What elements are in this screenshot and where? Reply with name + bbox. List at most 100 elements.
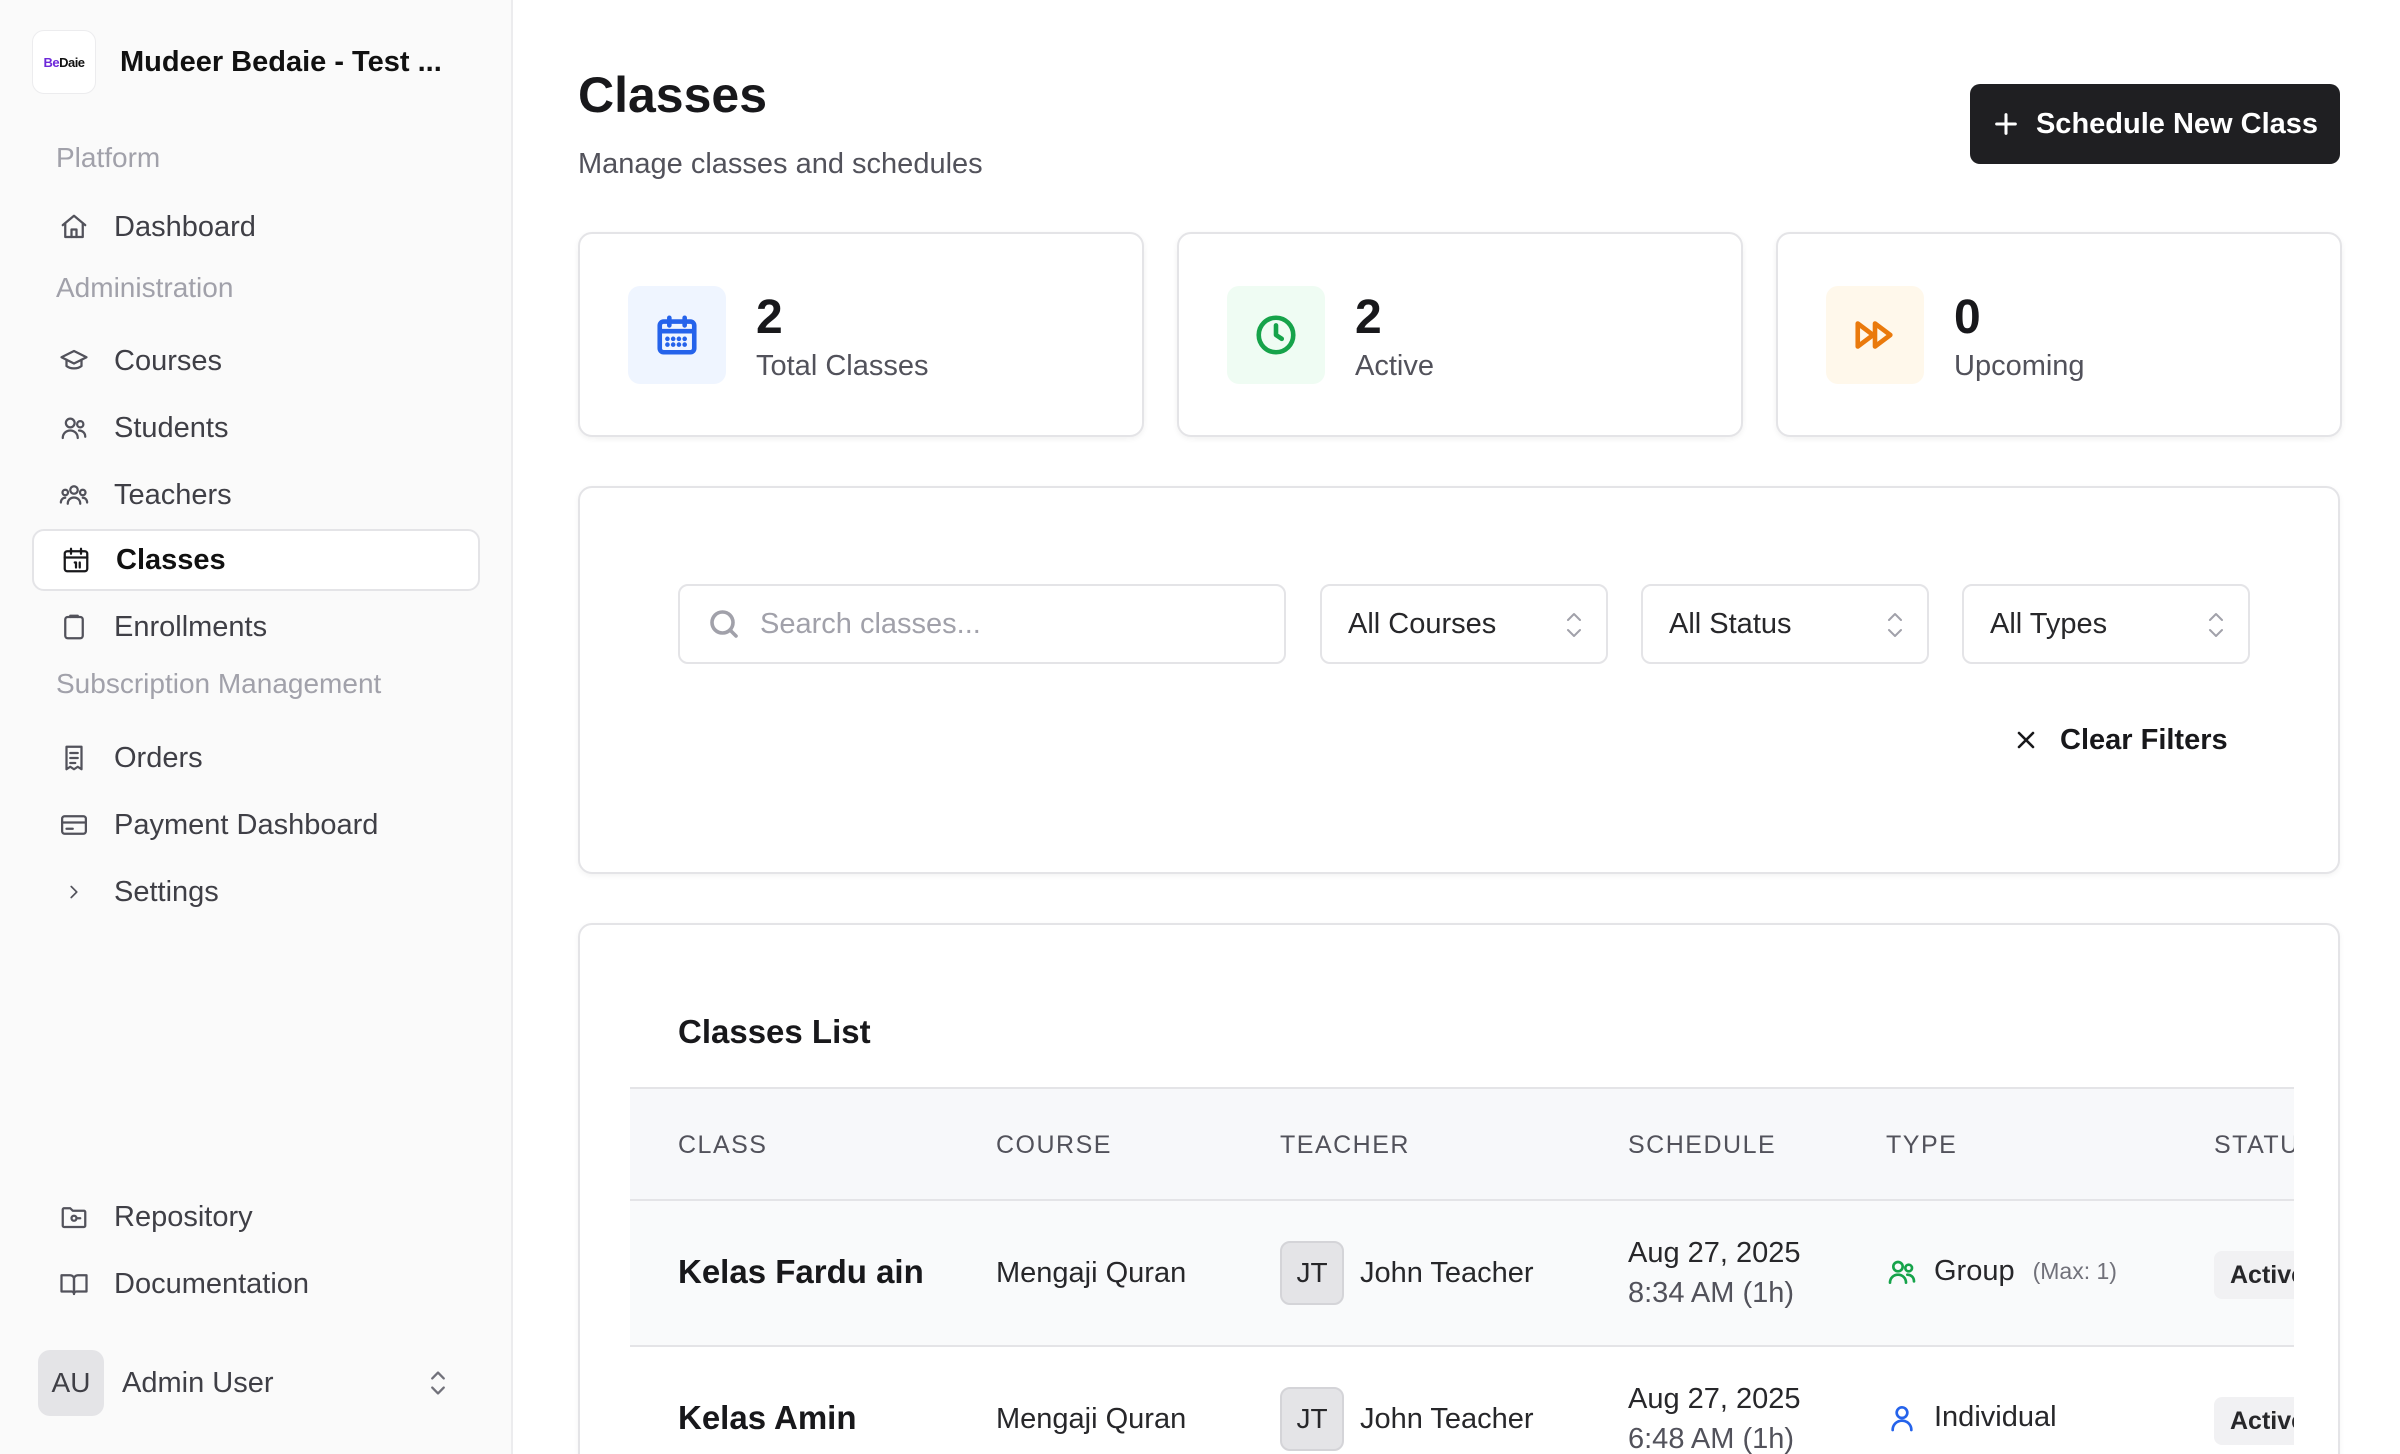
teacher-name: John Teacher (1360, 1402, 1534, 1435)
column-header-class: CLASS (678, 1131, 768, 1159)
column-header-status: STATUS (2214, 1131, 2294, 1159)
sidebar-item-students[interactable]: Students (32, 397, 480, 459)
status-filter-select[interactable]: All Status (1641, 584, 1929, 664)
page-subtitle: Manage classes and schedules (578, 148, 983, 180)
sidebar-item-payment-dashboard[interactable]: Payment Dashboard (32, 794, 480, 856)
table-header: CLASS COURSE TEACHER SCHEDULE TYPE STATU… (630, 1087, 2294, 1201)
close-icon (2017, 731, 2035, 749)
chevron-right-icon (58, 876, 90, 908)
stat-label: Total Classes (756, 350, 929, 382)
sidebar-item-label: Orders (114, 741, 203, 774)
book-open-icon (58, 1268, 90, 1300)
nav-section-subscription: Subscription Management (56, 668, 382, 699)
class-name[interactable]: Kelas Amin (678, 1399, 857, 1437)
course-name: Mengaji Quran (996, 1403, 1187, 1435)
clear-filters-button[interactable]: Clear Filters (2014, 716, 2228, 764)
graduation-cap-icon (58, 345, 90, 377)
stat-card-total-classes: 2 Total Classes (578, 232, 1144, 437)
sidebar-item-label: Enrollments (114, 610, 268, 643)
nav-section-administration: Administration (56, 272, 234, 303)
user-name: Admin User (122, 1366, 274, 1399)
type-label: Individual (1934, 1401, 2057, 1433)
clear-filters-label: Clear Filters (2060, 723, 2228, 756)
stat-card-upcoming: 0 Upcoming (1776, 232, 2342, 437)
table-row[interactable]: Kelas Amin Mengaji Quran JT John Teacher… (630, 1347, 2294, 1454)
users-icon (1888, 1260, 1916, 1284)
receipt-icon (58, 742, 90, 774)
schedule-new-class-label: Schedule New Class (2035, 107, 2319, 140)
column-header-teacher: TEACHER (1280, 1131, 1410, 1159)
chevrons-up-down-icon (1562, 608, 1586, 650)
search-icon (710, 610, 738, 638)
status-badge: Active (2214, 1251, 2294, 1299)
filters-panel: All Courses All Status All Types Clear F… (578, 486, 2340, 874)
teacher-name: John Teacher (1360, 1256, 1534, 1289)
avatar: AU (38, 1350, 104, 1416)
stat-value: 2 (1355, 291, 1382, 344)
sidebar-item-orders[interactable]: Orders (32, 727, 480, 789)
schedule-date: Aug 27, 2025 (1628, 1237, 1801, 1269)
folder-git-icon (58, 1201, 90, 1233)
sidebar-item-label: Repository (114, 1200, 253, 1233)
type-filter-value: All Types (1990, 607, 2108, 640)
schedule-cell: Aug 27, 2025 8:34 AM (1h) (1628, 1233, 1801, 1313)
sidebar-item-enrollments[interactable]: Enrollments (32, 596, 480, 658)
user-icon (1891, 1405, 1913, 1431)
sidebar-item-dashboard[interactable]: Dashboard (32, 196, 480, 258)
column-header-schedule: SCHEDULE (1628, 1131, 1777, 1159)
sidebar-item-label: Students (114, 411, 229, 444)
sidebar-item-label: Settings (114, 875, 219, 908)
home-icon (58, 211, 90, 243)
classes-list-card: Classes List CLASS COURSE TEACHER SCHEDU… (578, 923, 2340, 1454)
sidebar-item-label: Classes (116, 543, 226, 576)
sidebar-item-label: Teachers (114, 478, 232, 511)
stat-value: 0 (1954, 291, 1981, 344)
clock-icon (1227, 286, 1325, 384)
sidebar-item-classes[interactable]: Classes (32, 529, 480, 591)
chevrons-up-down-icon (1883, 608, 1907, 650)
sidebar: Be Daie Mudeer Bedaie - Test ... Platform… (0, 0, 513, 1454)
sidebar-item-label: Documentation (114, 1267, 310, 1300)
class-name[interactable]: Kelas Fardu ain (678, 1253, 924, 1291)
schedule-time: 8:34 AM (1h) (1628, 1277, 1795, 1309)
sidebar-item-courses[interactable]: Courses (32, 330, 480, 392)
status-badge: Active (2214, 1397, 2294, 1445)
brand-logo-text-b: Daie (59, 54, 85, 70)
brand-logo: Be Daie (32, 30, 96, 94)
stat-value: 2 (756, 291, 783, 344)
users-icon (58, 412, 90, 444)
classes-list-title: Classes List (678, 1013, 871, 1050)
brand-logo-text-a: Be (43, 54, 60, 70)
search-field[interactable] (678, 584, 1286, 664)
brand-name: Mudeer Bedaie - Test ... (120, 45, 442, 78)
sidebar-item-documentation[interactable]: Documentation (32, 1253, 480, 1315)
schedule-new-class-button[interactable]: Schedule New Class (1970, 84, 2340, 164)
type-cell: Group (Max: 1) (1886, 1255, 2117, 1288)
search-input[interactable] (760, 607, 1240, 641)
column-header-type: TYPE (1886, 1131, 1958, 1159)
plus-icon (1995, 113, 2017, 135)
stat-card-active: 2 Active (1177, 232, 1743, 437)
sidebar-item-label: Payment Dashboard (114, 808, 379, 841)
schedule-date: Aug 27, 2025 (1628, 1383, 1801, 1415)
page-title: Classes (578, 67, 768, 123)
user-menu[interactable]: AU Admin User (38, 1350, 462, 1416)
schedule-time: 6:48 AM (1h) (1628, 1423, 1795, 1454)
fast-forward-icon (1826, 286, 1924, 384)
course-filter-value: All Courses (1348, 607, 1497, 640)
credit-card-icon (58, 809, 90, 841)
sidebar-item-repository[interactable]: Repository (32, 1186, 480, 1248)
brand-switcher[interactable]: Be Daie Mudeer Bedaie - Test ... (32, 30, 442, 94)
stat-label: Active (1355, 350, 1434, 382)
chevrons-up-down-icon (2204, 608, 2228, 650)
stat-label: Upcoming (1954, 350, 2085, 382)
teacher-cell: JT John Teacher (1280, 1387, 1534, 1451)
users-group-icon (58, 479, 90, 511)
sidebar-item-teachers[interactable]: Teachers (32, 464, 480, 526)
sidebar-item-settings[interactable]: Settings (32, 861, 480, 923)
schedule-cell: Aug 27, 2025 6:48 AM (1h) (1628, 1379, 1801, 1454)
type-max-capacity: (Max: 1) (2032, 1258, 2117, 1284)
course-filter-select[interactable]: All Courses (1320, 584, 1608, 664)
table-row[interactable]: Kelas Fardu ain Mengaji Quran JT John Te… (630, 1201, 2294, 1347)
type-filter-select[interactable]: All Types (1962, 584, 2250, 664)
